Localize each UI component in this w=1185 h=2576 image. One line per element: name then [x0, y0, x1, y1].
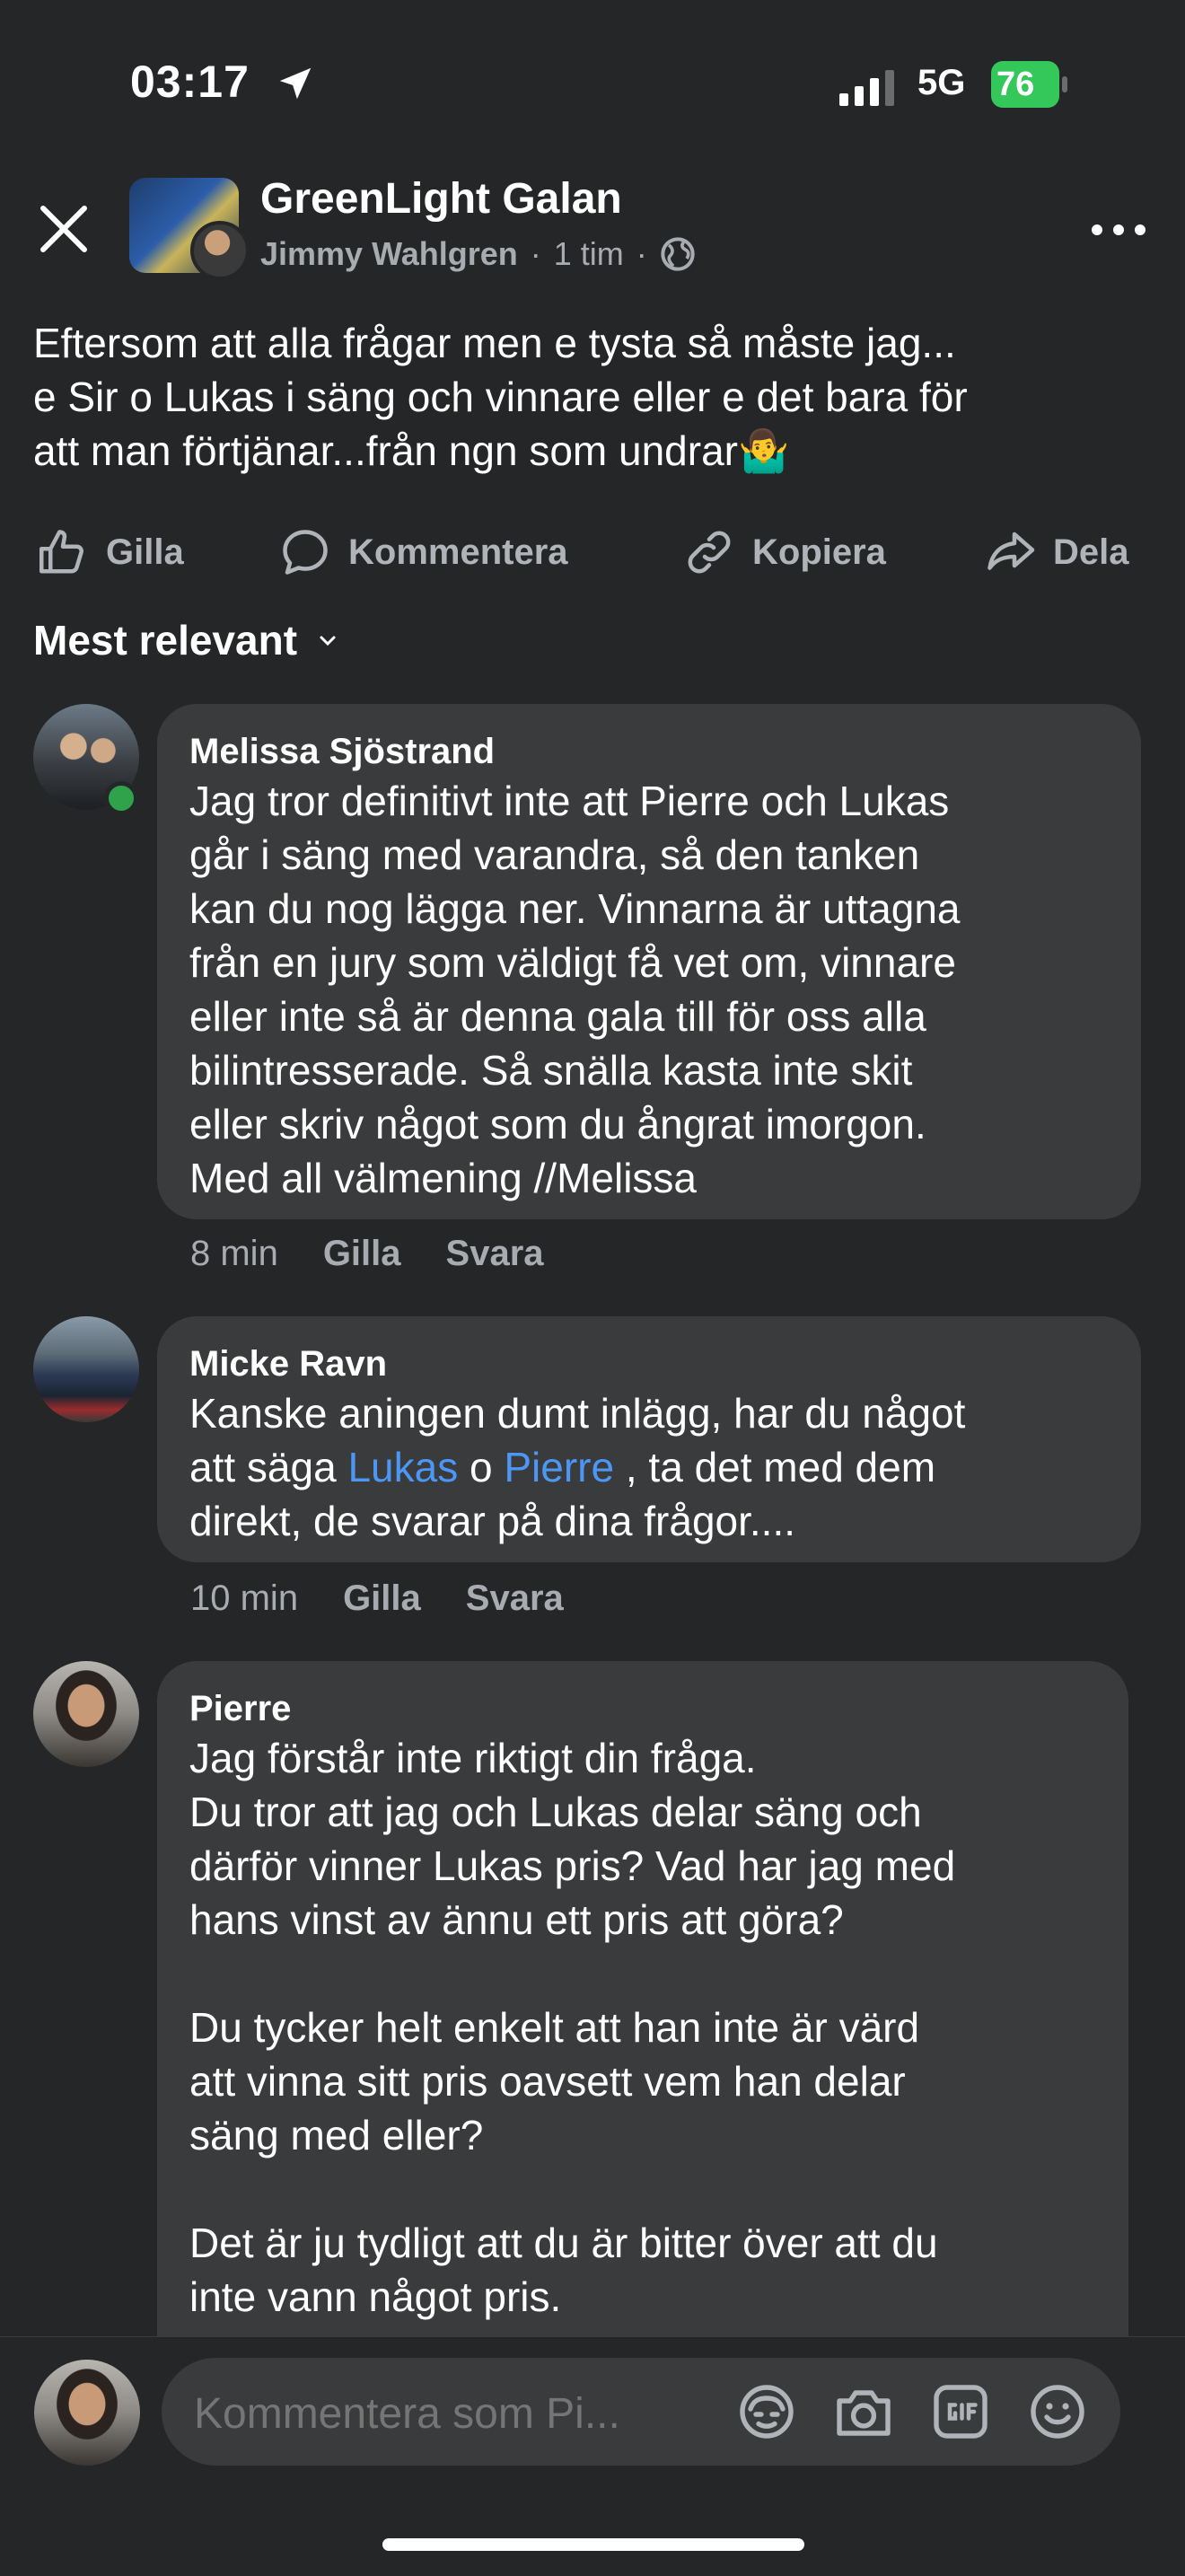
comment-meta: 10 min Gilla Svara: [190, 1578, 564, 1619]
sort-label: Mest relevant: [33, 617, 298, 664]
comment-sort-selector[interactable]: Mest relevant: [33, 616, 338, 664]
avatar-sticker-icon[interactable]: [734, 2379, 799, 2444]
comment-meta: 8 min Gilla Svara: [190, 1234, 544, 1274]
signal-icon: [839, 70, 894, 106]
comment-author[interactable]: Micke Ravn: [189, 1341, 1109, 1386]
meta-separator: ·: [530, 235, 541, 272]
comment-bubble[interactable]: Pierre Jag förstår inte riktigt din fråg…: [157, 1661, 1128, 2397]
comment-input[interactable]: [194, 2385, 715, 2442]
copy-label: Kopiera: [752, 532, 886, 572]
battery-level: 76: [996, 66, 1035, 103]
author-avatar[interactable]: [190, 221, 250, 280]
battery-indicator: 76: [991, 61, 1068, 108]
online-status-indicator: [104, 781, 138, 815]
comment-reply-button[interactable]: Svara: [466, 1578, 564, 1619]
comment-bubble[interactable]: Micke Ravn Kanske aningen dumt inlägg, h…: [157, 1316, 1141, 1562]
share-button[interactable]: Dela: [983, 521, 1129, 584]
comment-label: Kommentera: [348, 532, 568, 572]
emoji-icon[interactable]: [1025, 2379, 1090, 2444]
group-name[interactable]: GreenLight Galan: [260, 174, 622, 224]
mention-link[interactable]: Pierre: [504, 1444, 614, 1490]
comment-reply-button[interactable]: Svara: [446, 1234, 544, 1274]
comment-like-button[interactable]: Gilla: [343, 1578, 421, 1619]
network-type: 5G: [917, 63, 966, 102]
post-action-bar: Gilla Kommentera Kopiera Dela: [0, 521, 1185, 584]
share-arrow-icon: [988, 532, 1035, 570]
home-indicator: [382, 2538, 804, 2551]
meta-separator: ·: [636, 235, 647, 272]
comment-text: Jag tror definitivt inte att Pierre och …: [189, 778, 961, 1201]
comment-time: 10 min: [190, 1578, 299, 1618]
comment-bubble-icon: [283, 530, 328, 575]
post-text: Eftersom att alla frågar men e tysta så …: [33, 320, 968, 474]
close-icon[interactable]: [34, 199, 93, 259]
comment-text-part: o: [458, 1444, 505, 1490]
copy-link-button[interactable]: Kopiera: [682, 521, 886, 584]
like-button[interactable]: Gilla: [36, 521, 184, 584]
comment-bubble[interactable]: Melissa Sjöstrand Jag tror definitivt in…: [157, 704, 1141, 1219]
comment-time: 8 min: [190, 1234, 278, 1273]
more-options-icon[interactable]: [1086, 212, 1151, 248]
globe-icon: [661, 237, 695, 271]
comment-author[interactable]: Pierre: [189, 1686, 1096, 1731]
link-icon: [688, 531, 731, 574]
comment-text: Kanske aningen dumt inlägg, har du något…: [189, 1386, 1109, 1548]
comment-author[interactable]: Melissa Sjöstrand: [189, 729, 1109, 774]
post-meta: Jimmy Wahlgren · 1 tim ·: [260, 235, 696, 273]
comment-button[interactable]: Kommentera: [278, 521, 568, 584]
current-user-avatar: [34, 2360, 140, 2466]
thumbs-up-icon: [40, 530, 83, 574]
location-arrow-icon: [279, 67, 312, 100]
commenter-avatar[interactable]: [33, 1661, 139, 1767]
comment-text: Jag förstår inte riktigt din fråga. Du t…: [189, 1735, 956, 2320]
like-label: Gilla: [106, 532, 184, 572]
share-label: Dela: [1053, 532, 1129, 572]
post-author[interactable]: Jimmy Wahlgren: [260, 235, 518, 273]
commenter-avatar[interactable]: [33, 1316, 139, 1422]
mention-link[interactable]: Lukas: [347, 1444, 458, 1490]
camera-icon[interactable]: [831, 2379, 896, 2444]
post-time[interactable]: 1 tim: [554, 235, 624, 273]
gif-icon[interactable]: [928, 2379, 993, 2444]
comment-like-button[interactable]: Gilla: [323, 1234, 401, 1274]
chevron-down-icon: [320, 636, 336, 646]
status-time: 03:17: [130, 57, 250, 107]
